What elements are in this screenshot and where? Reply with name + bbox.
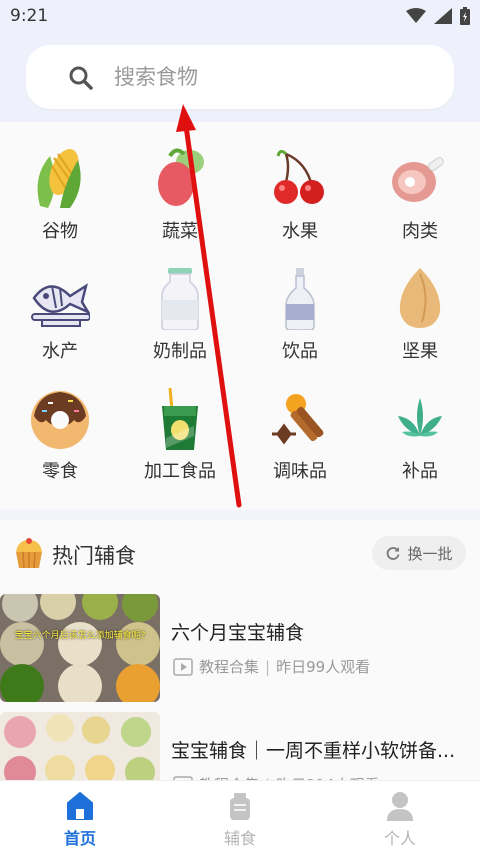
- category-label: 肉类: [402, 221, 438, 242]
- category-label: 零食: [42, 461, 78, 482]
- signal-icon: [434, 8, 452, 24]
- category-vegetables[interactable]: 蔬菜: [120, 122, 240, 242]
- recipe-views: 昨日99人观看: [276, 658, 371, 676]
- section-title: 热门辅食: [52, 544, 136, 568]
- category-label: 加工食品: [144, 461, 216, 482]
- recipe-title: 宝宝辅食｜一周不重样小软饼备...: [171, 740, 456, 762]
- recipe-thumbnail: 宝宝六个月后该怎么添加辅食呢?: [0, 594, 160, 702]
- thumbnail-caption: 宝宝六个月后该怎么添加辅食呢?: [14, 631, 146, 641]
- cherry-icon: [274, 149, 324, 204]
- fish-icon: [31, 283, 90, 327]
- category-label: 奶制品: [153, 341, 207, 362]
- person-icon: [387, 792, 413, 821]
- category-snacks[interactable]: 零食: [0, 362, 120, 482]
- drink-bottle-icon: [285, 268, 315, 330]
- category-drinks[interactable]: 饮品: [240, 242, 360, 362]
- category-label: 调味品: [273, 461, 327, 482]
- category-processed[interactable]: 加工食品: [120, 362, 240, 482]
- category-grains[interactable]: 谷物: [0, 122, 120, 242]
- category-seafood[interactable]: 水产: [0, 242, 120, 362]
- category-label: 水果: [282, 221, 318, 242]
- baby-food-icon: [230, 793, 250, 820]
- recipe-meta: 教程合集 | 昨日99人观看: [173, 656, 370, 677]
- category-label: 蔬菜: [162, 221, 198, 242]
- category-meat[interactable]: 肉类: [360, 122, 480, 242]
- status-bar: 9:21: [0, 0, 480, 32]
- video-icon: [173, 657, 193, 676]
- category-fruits[interactable]: 水果: [240, 122, 360, 242]
- category-supplements[interactable]: 补品: [360, 362, 480, 482]
- category-label: 补品: [402, 461, 438, 482]
- herb-icon: [398, 398, 442, 437]
- almond-icon: [399, 268, 441, 328]
- category-dairy[interactable]: 奶制品: [120, 242, 240, 362]
- category-label: 饮品: [282, 341, 318, 362]
- category-label: 坚果: [402, 341, 438, 362]
- search-area: [0, 32, 480, 122]
- category-grid: 谷物 蔬菜 水果 肉类 水产 奶制品 饮品 坚果 零食 加工食品 调味品 补品: [0, 122, 480, 510]
- ham-icon: [392, 157, 444, 202]
- home-icon: [67, 792, 93, 820]
- hot-recipes-section: 热门辅食 换一批 宝宝六个月后该怎么添加辅食呢? 六个月宝宝辅食 教程合集 |: [0, 520, 480, 820]
- donut-icon: [31, 391, 89, 449]
- tab-home[interactable]: 首页: [0, 781, 160, 855]
- tab-profile[interactable]: 个人: [320, 781, 480, 855]
- tab-baby-food[interactable]: 辅食: [160, 781, 320, 855]
- milk-bottle-icon: [161, 268, 199, 330]
- battery-icon: [460, 7, 470, 25]
- category-seasonings[interactable]: 调味品: [240, 362, 360, 482]
- category-label: 水产: [42, 341, 78, 362]
- refresh-button[interactable]: 换一批: [372, 536, 466, 570]
- corn-icon: [37, 149, 81, 208]
- vegetable-icon: [158, 148, 204, 206]
- cupcake-icon: [16, 538, 42, 569]
- packaged-food-icon: [162, 387, 198, 450]
- recipe-title: 六个月宝宝辅食: [171, 622, 305, 644]
- category-nuts[interactable]: 坚果: [360, 242, 480, 362]
- spices-icon: [272, 394, 324, 445]
- status-icons: [406, 7, 470, 25]
- recipe-card[interactable]: 宝宝六个月后该怎么添加辅食呢? 六个月宝宝辅食 教程合集 | 昨日99人观看: [0, 594, 480, 702]
- search-input[interactable]: [114, 62, 434, 92]
- meta-separator: |: [265, 657, 271, 676]
- search-icon: [69, 66, 93, 90]
- status-time: 9:21: [10, 6, 49, 26]
- refresh-label: 换一批: [407, 544, 453, 563]
- refresh-icon: [387, 547, 400, 560]
- tab-label: 个人: [383, 829, 416, 848]
- tab-label: 首页: [63, 829, 96, 848]
- recipe-type: 教程合集: [199, 658, 260, 676]
- search-box[interactable]: [26, 45, 454, 109]
- wifi-icon: [406, 8, 426, 23]
- tab-label: 辅食: [223, 829, 256, 848]
- bottom-tab-bar: 首页 辅食 个人: [0, 780, 480, 855]
- category-label: 谷物: [42, 221, 78, 242]
